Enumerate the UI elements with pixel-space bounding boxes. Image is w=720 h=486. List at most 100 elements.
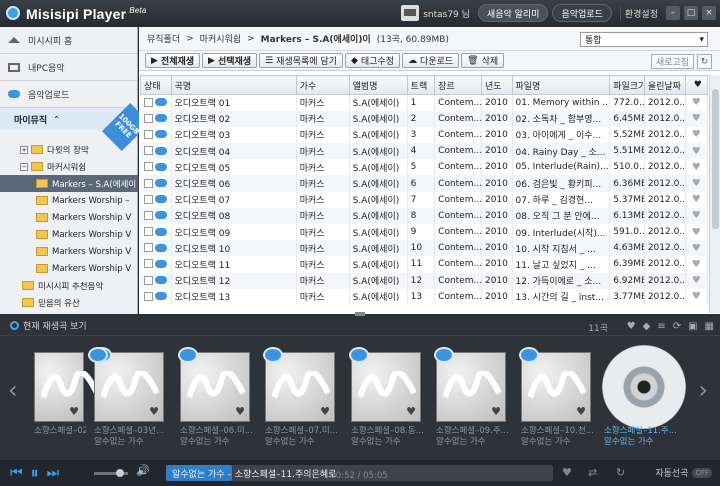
table-row[interactable]: 오디오트랙 04 마커스 S.A(에세이) 4 Contem... 2010 04. Rai… — [140, 143, 709, 160]
collapse-icon[interactable]: − — [20, 162, 28, 171]
table-row[interactable]: 오디오트랙 09 마커스 S.A(에세이) 9 Contem... 2010 09. Int… — [140, 224, 709, 241]
sidebar-item-home[interactable]: 미시시피 홈 — [0, 27, 137, 54]
row-checkbox[interactable] — [143, 227, 153, 237]
grid-icon[interactable]: ▦ — [705, 321, 714, 332]
expand-icon[interactable]: + — [20, 145, 28, 154]
table-row[interactable]: 오디오트랙 13 마커스 S.A(에세이) 13 Contem... 2010 13. 시간… — [140, 288, 709, 305]
prev-page-icon[interactable]: ‹ — [8, 376, 18, 404]
pause-icon[interactable]: ⏸ — [31, 463, 39, 483]
column-header[interactable]: 장르 — [434, 75, 482, 95]
row-checkbox[interactable] — [143, 243, 153, 253]
vertical-scrollbar[interactable] — [709, 75, 720, 313]
refresh-icon[interactable]: ↻ — [697, 54, 712, 69]
heart-icon[interactable]: ♥ — [685, 240, 709, 257]
heart-icon[interactable]: ♥ — [562, 466, 572, 479]
heart-icon[interactable]: ♥ — [627, 321, 636, 332]
album-cover[interactable]: ♥ — [34, 352, 99, 422]
heart-icon[interactable]: ♥ — [685, 224, 709, 241]
folder-tree-item[interactable]: − 마커시워쉽 — [0, 158, 138, 175]
column-header[interactable]: 파일크기 — [609, 75, 645, 95]
column-header[interactable]: 곡명 — [170, 75, 297, 95]
table-row[interactable]: 오디오트랙 05 마커스 S.A(에세이) 5 Contem... 2010 05. Int… — [140, 159, 709, 176]
shuffle-icon[interactable]: ⇄ — [588, 466, 597, 479]
next-page-icon[interactable]: › — [698, 376, 708, 404]
new-music-alert-button[interactable]: 새음악 알리미 — [477, 4, 549, 22]
column-header[interactable]: 년도 — [480, 75, 513, 95]
table-row[interactable]: 오디오트랙 06 마커스 S.A(에세이) 6 Contem... 2010 06. 검은빛… — [140, 175, 709, 192]
folder-tree-item[interactable]: Markers – S.A(에세이 — [0, 175, 138, 192]
heart-icon[interactable]: ♥ — [576, 405, 586, 418]
heart-icon[interactable]: ♥ — [406, 405, 416, 418]
sort-select[interactable]: 통합 ▾ — [580, 32, 708, 47]
row-checkbox[interactable] — [143, 275, 153, 285]
heart-icon[interactable]: ♥ — [685, 175, 709, 192]
volume-slider[interactable] — [94, 469, 128, 477]
row-checkbox[interactable] — [143, 178, 153, 188]
row-checkbox[interactable] — [143, 129, 153, 139]
repeat-icon[interactable]: ↻ — [616, 466, 625, 479]
row-checkbox[interactable] — [143, 146, 153, 156]
progress-bar[interactable]: 알수없는 가수 – 소향스페셜–11.주의은혜로 00:52 / 05:05 — [166, 465, 553, 481]
play-all-button[interactable]: ▶ 전체재생 — [145, 53, 201, 68]
heart-icon[interactable]: ♥ — [684, 75, 709, 95]
table-row[interactable]: 오디오트랙 08 마커스 S.A(에세이) 8 Contem... 2010 08. 오직 … — [140, 207, 709, 224]
folder-tree-item[interactable]: 미시시피 추천음악 — [0, 277, 138, 294]
settings-link[interactable]: 환경설정 — [619, 6, 662, 20]
folder-tree-item[interactable]: Markers Worship – — [0, 192, 138, 209]
table-row[interactable]: 오디오트랙 07 마커스 S.A(에세이) 7 Contem... 2010 07. 하루 … — [140, 191, 709, 208]
heart-icon[interactable]: ♥ — [685, 288, 709, 305]
column-header[interactable]: 가수 — [295, 75, 350, 95]
breadcrumb-root[interactable]: 뮤직폴더 — [147, 32, 180, 45]
trash-icon[interactable]: ▣ — [688, 321, 697, 332]
folder-tree-item[interactable]: Markers Worship V — [0, 209, 138, 226]
table-row[interactable]: 오디오트랙 11 마커스 S.A(에세이) 11 Contem... 2010 11. 날고… — [140, 256, 709, 273]
heart-icon[interactable]: ♥ — [235, 405, 245, 418]
music-upload-button[interactable]: 음악업로드 — [552, 4, 612, 22]
folder-tree-item[interactable]: Markers Worship V — [0, 260, 138, 277]
collapse-icon[interactable]: ⌃ — [53, 115, 60, 124]
previous-track-icon[interactable]: ⏮ — [10, 465, 23, 481]
heart-icon[interactable]: ♥ — [320, 405, 330, 418]
row-checkbox[interactable] — [143, 113, 153, 123]
row-checkbox[interactable] — [143, 210, 153, 220]
heart-icon[interactable]: ♥ — [149, 405, 159, 418]
breadcrumb-parent[interactable]: 마커시워쉽 — [200, 32, 241, 45]
heart-icon[interactable]: ♥ — [685, 256, 709, 273]
heart-icon[interactable]: ♥ — [685, 272, 709, 289]
next-track-icon[interactable]: ⏭ — [47, 465, 60, 481]
maximize-icon[interactable]: □ — [684, 6, 698, 20]
now-playing-header[interactable]: 현재 재생곡 보기 — [0, 316, 720, 336]
row-checkbox[interactable] — [143, 194, 153, 204]
folder-tree-item[interactable]: Markers Worship V — [0, 243, 138, 260]
folder-tree-item[interactable]: + 다윗의 장막 — [0, 141, 138, 158]
row-checkbox[interactable] — [143, 97, 153, 107]
heart-icon[interactable]: ♥ — [69, 405, 79, 418]
table-row[interactable]: 오디오트랙 12 마커스 S.A(에세이) 12 Contem... 2010 12. 가득… — [140, 272, 709, 289]
row-checkbox[interactable] — [143, 162, 153, 172]
user-icon[interactable] — [401, 5, 420, 21]
heart-icon[interactable]: ♥ — [685, 143, 709, 160]
delete-button[interactable]: 🗑 삭제 — [461, 53, 505, 68]
download-button[interactable]: ☁ 다운로드 — [402, 53, 460, 68]
column-header[interactable]: 상태 — [140, 75, 172, 95]
list-icon[interactable]: ≡ — [657, 321, 665, 332]
table-row[interactable]: 오디오트랙 10 마커스 S.A(에세이) 10 Contem... 2010 10. 시작… — [140, 240, 709, 257]
heart-icon[interactable]: ♥ — [685, 126, 709, 144]
heart-icon[interactable]: ♥ — [685, 94, 709, 111]
heart-icon[interactable]: ♥ — [491, 405, 501, 418]
add-to-playlist-button[interactable]: ☰ 재생목록에 담기 — [259, 53, 343, 68]
heart-icon[interactable]: ♥ — [685, 207, 709, 224]
auto-select-toggle[interactable]: 자동선곡 OFF — [655, 466, 712, 479]
sidebar-item-upload[interactable]: 음악업로드 — [0, 81, 137, 108]
column-header[interactable]: 앨범명 — [348, 75, 408, 95]
close-icon[interactable]: × — [702, 6, 716, 20]
current-album-cd-icon[interactable] — [602, 345, 686, 429]
heart-icon[interactable]: ♥ — [685, 110, 709, 127]
play-selected-button[interactable]: ▶ 선택재생 — [202, 53, 258, 68]
tag-edit-button[interactable]: ◆ 태그수정 — [345, 53, 401, 68]
column-header[interactable]: 트랙 — [406, 75, 436, 95]
sidebar-item-my-pc-music[interactable]: 내PC음악 — [0, 54, 137, 81]
table-row[interactable]: 오디오트랙 02 마커스 S.A(에세이) 2 Contem... 2010 02. 소독차… — [140, 110, 709, 127]
minimize-icon[interactable]: – — [666, 6, 680, 20]
folder-tree-item[interactable]: 믿음의 유산 — [0, 294, 138, 311]
